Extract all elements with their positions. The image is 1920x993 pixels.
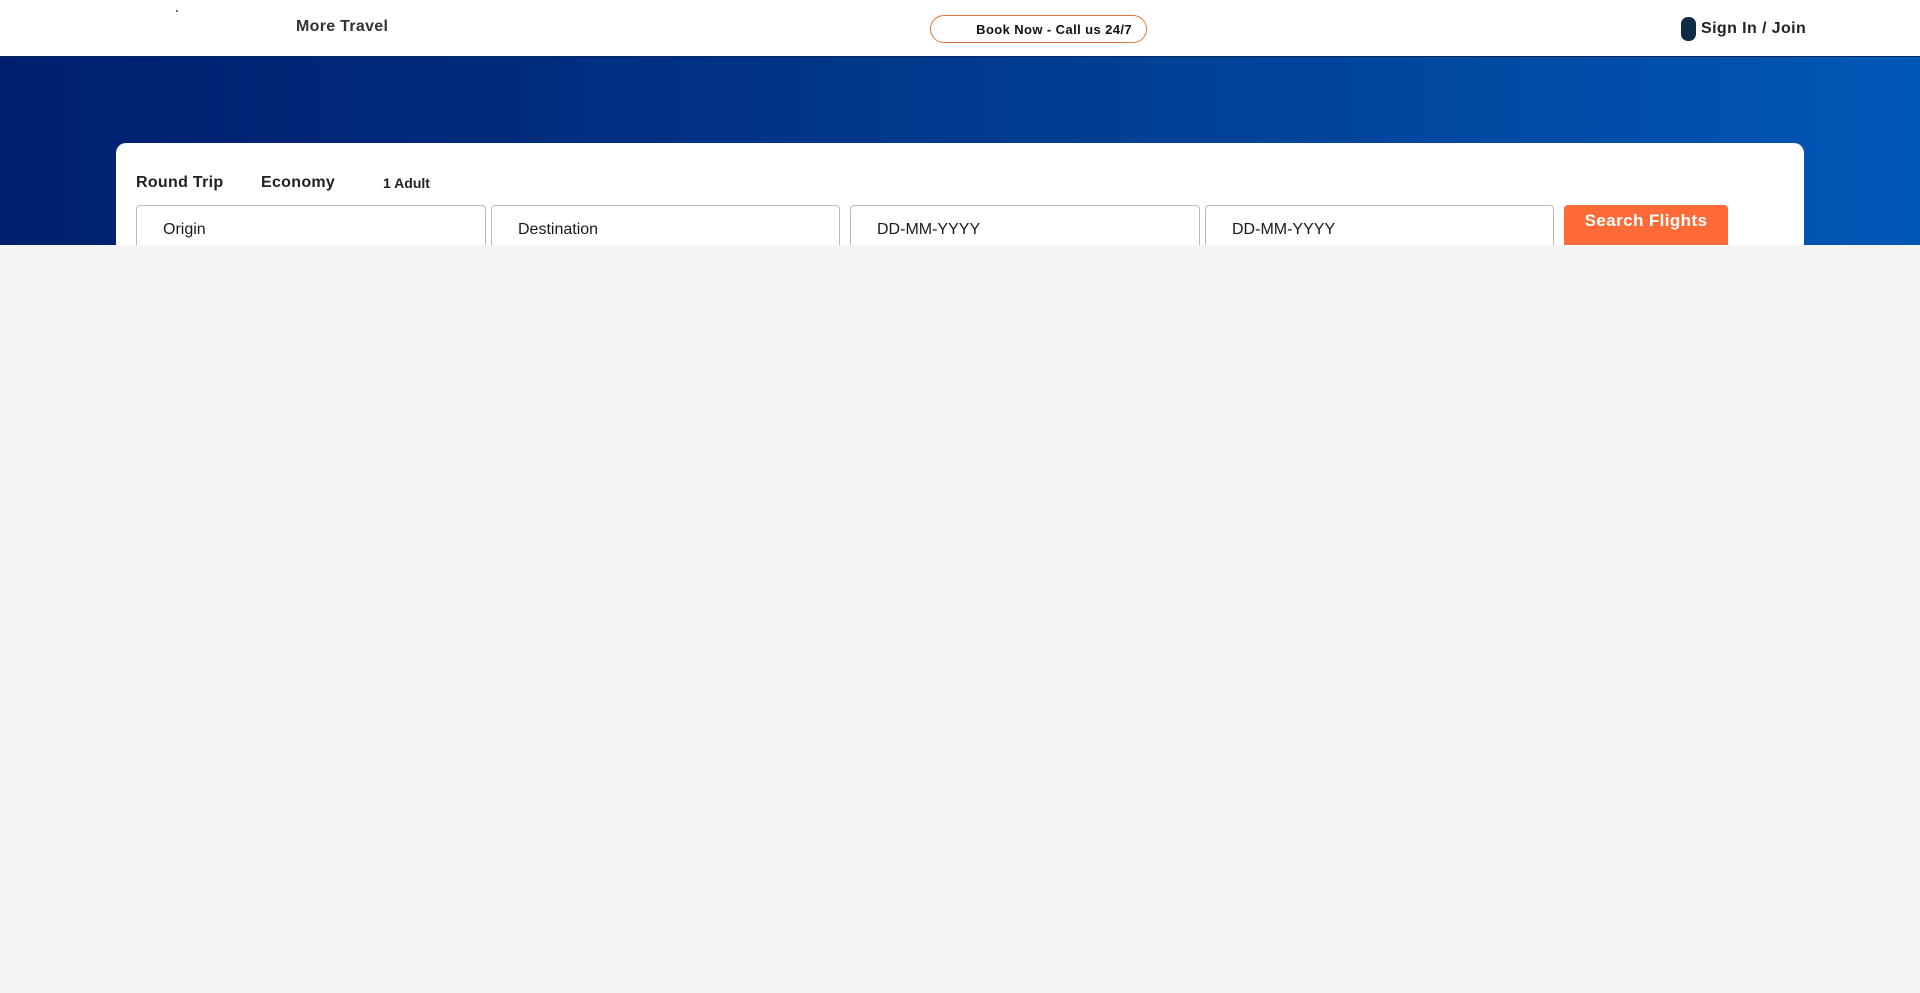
top-navigation-bar: More Travel Book Now - Call us 24/7 Sign… xyxy=(0,0,1920,57)
logo-mark[interactable] xyxy=(176,10,178,12)
passenger-selector[interactable]: 1 Adult xyxy=(383,175,430,191)
return-date-input[interactable]: DD-MM-YYYY xyxy=(1205,205,1554,245)
departure-date-input[interactable]: DD-MM-YYYY xyxy=(850,205,1200,245)
search-flights-button[interactable]: Search Flights xyxy=(1564,205,1728,245)
more-travel-link[interactable]: More Travel xyxy=(296,18,388,36)
book-now-call-button[interactable]: Book Now - Call us 24/7 xyxy=(930,15,1147,43)
user-icon xyxy=(1681,17,1696,41)
book-now-label: Book Now - Call us 24/7 xyxy=(976,21,1132,37)
sign-in-label: Sign In / Join xyxy=(1701,20,1807,37)
sign-in-join-button[interactable]: Sign In / Join xyxy=(1681,17,1806,41)
cabin-class-selector[interactable]: Economy xyxy=(261,174,335,192)
destination-input[interactable]: Destination xyxy=(491,205,840,245)
trip-type-selector[interactable]: Round Trip xyxy=(136,174,223,192)
origin-input[interactable]: Origin xyxy=(136,205,486,245)
